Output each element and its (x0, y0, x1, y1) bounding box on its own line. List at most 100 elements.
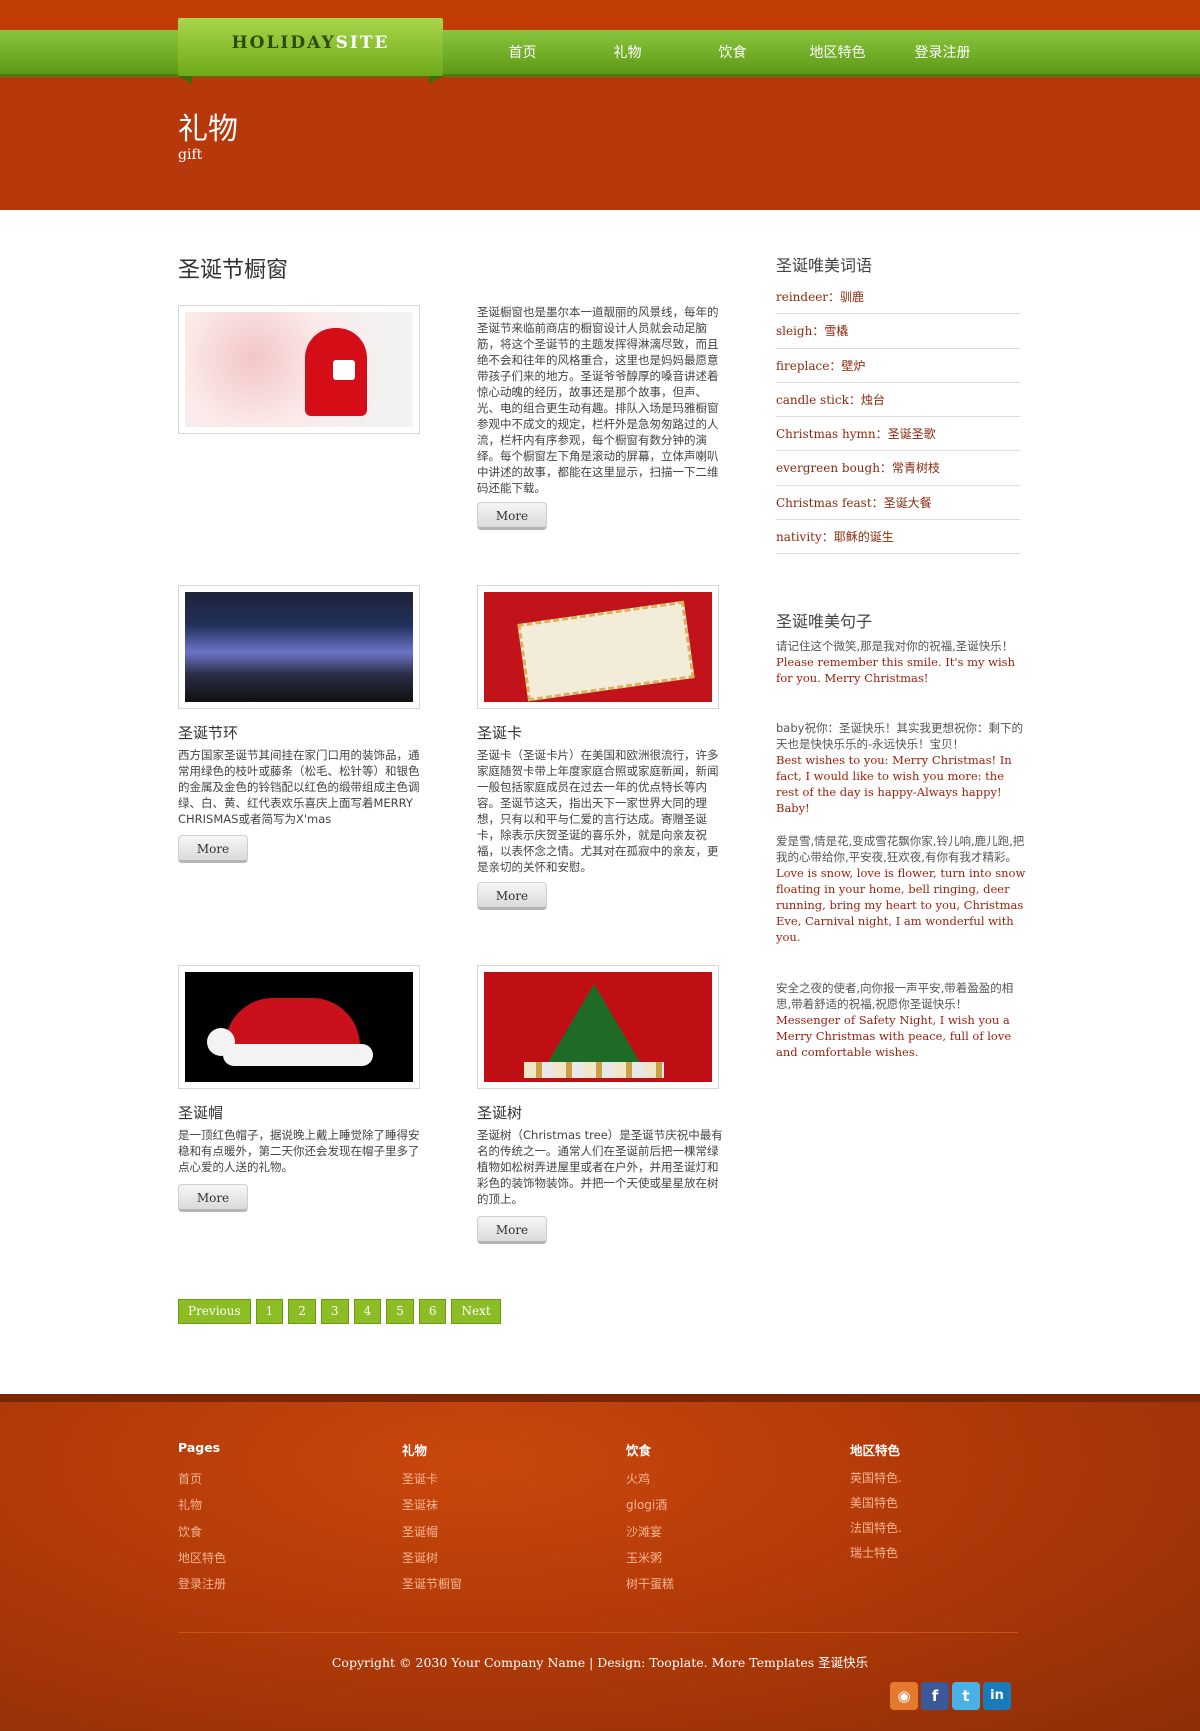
footer-link[interactable]: 圣诞卡 (402, 1466, 602, 1492)
footer-link[interactable]: 圣诞节橱窗 (402, 1571, 602, 1597)
footer-col-regional: 地区特色 英国特色. 美国特色 法国特色. 瑞士特色 (850, 1440, 1050, 1566)
vocab-zh: 雪橇 (824, 324, 849, 339)
site-logo[interactable]: HOLIDAYSITE (178, 18, 443, 84)
footer-col-title: 饮食 (626, 1443, 652, 1458)
hat-more-button[interactable]: More (178, 1184, 248, 1212)
footer-link[interactable]: 沙滩宴 (626, 1519, 826, 1545)
footer-link[interactable]: 登录注册 (178, 1571, 378, 1597)
nav-home[interactable]: 首页 (470, 30, 575, 77)
pager-next[interactable]: Next (451, 1299, 501, 1324)
tree-image[interactable] (477, 965, 719, 1089)
pager-page-4[interactable]: 4 (353, 1299, 382, 1324)
card-image[interactable] (477, 585, 719, 709)
footer-link[interactable]: 圣诞袜 (402, 1492, 602, 1518)
quotes-title: 圣诞唯美句子 (776, 612, 873, 631)
vocab-zh: 常青树枝 (891, 461, 940, 476)
card-more-button[interactable]: More (477, 882, 547, 910)
quote-en: Best wishes to you: Merry Christmas! In … (776, 753, 1012, 815)
santa-hat-image (185, 972, 413, 1082)
pager-page-6[interactable]: 6 (418, 1299, 447, 1324)
footer-divider (178, 1632, 1018, 1633)
pager-previous[interactable]: Previous (178, 1299, 251, 1324)
quote-item: 安全之夜的使者,向你报一声平安,带着盈盈的相思,带着舒适的祝福,祝愿你圣诞快乐！… (776, 980, 1026, 1060)
vocab-item: reindeer：驯鹿 (776, 280, 1021, 315)
featured-more-button[interactable]: More (477, 502, 547, 530)
quote-zh: baby祝你：圣诞快乐！其实我更想祝你：剩下的天也是快快乐乐的-永远快乐！宝贝！ (776, 721, 1023, 751)
vocab-list: reindeer：驯鹿 sleigh：雪橇 fireplace：壁炉 candl… (776, 280, 1021, 555)
vocab-zh: 圣诞圣歌 (887, 427, 936, 442)
christmas-window-image (185, 592, 413, 702)
quote-zh: 请记住这个微笑,那是我对你的祝福,圣诞快乐！ (776, 639, 1014, 653)
footer-col-title: Pages (178, 1440, 221, 1455)
footer-col-gifts: 礼物 圣诞卡 圣诞袜 圣诞帽 圣诞树 圣诞节橱窗 (402, 1440, 602, 1597)
item-title-hat: 圣诞帽 (178, 1104, 224, 1122)
footer-link[interactable]: 饮食 (178, 1519, 378, 1545)
vocab-item: sleigh：雪橇 (776, 314, 1021, 349)
rss-icon[interactable]: ◉ (890, 1682, 918, 1710)
pager-page-3[interactable]: 3 (320, 1299, 349, 1324)
card-shape (517, 600, 695, 702)
featured-text: 圣诞橱窗也是墨尔本一道靓丽的风景线，每年的圣诞节来临前商店的橱窗设计人员就会动足… (477, 305, 719, 495)
hat-pompom (207, 1028, 235, 1056)
footer-top-border (0, 1394, 1200, 1402)
vocab-zh: 烛台 (860, 392, 885, 407)
footer-link[interactable]: 法国特色. (850, 1516, 1050, 1541)
pager-page-1[interactable]: 1 (255, 1299, 284, 1324)
footer-link[interactable]: 圣诞树 (402, 1545, 602, 1571)
vocab-item: evergreen bough：常青树枝 (776, 451, 1021, 486)
wreath-image[interactable] (178, 585, 420, 709)
footer-col-title: 地区特色 (850, 1443, 901, 1458)
vocab-item: Christmas hymn：圣诞圣歌 (776, 417, 1021, 452)
footer-link[interactable]: 美国特色 (850, 1491, 1050, 1516)
quote-zh: 爱是雪,情是花,变成雪花飘你家,铃儿响,鹿儿跑,把我的心带给你,平安夜,狂欢夜,… (776, 834, 1025, 864)
item-text-card: 圣诞卡（圣诞卡片）在美国和欧洲很流行，许多家庭随贺卡带上年度家庭合照或家庭新闻，… (477, 748, 719, 874)
footer-link[interactable]: 树干蛋糕 (626, 1571, 826, 1597)
item-text-tree: 圣诞树（Christmas tree）是圣诞节庆祝中最有名的传统之一。通常人们在… (477, 1128, 723, 1206)
twitter-icon[interactable]: t (952, 1682, 980, 1710)
footer-link[interactable]: 玉米粥 (626, 1545, 826, 1571)
nav-regional[interactable]: 地区特色 (785, 30, 890, 77)
quote-en: Messenger of Safety Night, I wish you a … (776, 1013, 1012, 1059)
featured-image[interactable] (178, 305, 420, 434)
hat-image[interactable] (178, 965, 420, 1089)
facebook-icon[interactable]: f (921, 1682, 949, 1710)
vocab-item: candle stick：烛台 (776, 383, 1021, 418)
footer-link[interactable]: 英国特色. (850, 1466, 1050, 1491)
footer-link[interactable]: 火鸡 (626, 1466, 826, 1492)
nav-gift[interactable]: 礼物 (575, 30, 680, 77)
nav-food[interactable]: 饮食 (680, 30, 785, 77)
footer-link[interactable]: 礼物 (178, 1492, 378, 1518)
footer-link[interactable]: 瑞士特色 (850, 1541, 1050, 1566)
vocab-en: evergreen bough： (776, 461, 892, 476)
wreath-more-button[interactable]: More (178, 835, 248, 863)
gift-bag-image (185, 312, 413, 427)
footer-col-food: 饮食 火鸡 glogi酒 沙滩宴 玉米粥 树干蛋糕 (626, 1440, 826, 1597)
vocab-en: nativity： (776, 530, 834, 545)
footer-col-title: 礼物 (402, 1443, 428, 1458)
quote-en: Please remember this smile. It's my wish… (776, 655, 1015, 685)
footer-link[interactable]: glogi酒 (626, 1492, 826, 1518)
item-text-hat: 是一顶红色帽子，据说晚上戴上睡觉除了睡得安稳和有点暖外，第二天你还会发现在帽子里… (178, 1128, 420, 1174)
pager-page-2[interactable]: 2 (288, 1299, 316, 1324)
item-title-tree: 圣诞树 (477, 1104, 523, 1122)
item-text-wreath: 西方国家圣诞节其间挂在家门口用的装饰品，通常用绿色的枝叶或藤条（松毛、松针等）和… (178, 748, 420, 826)
vocab-item: nativity：耶稣的诞生 (776, 520, 1021, 555)
tree-more-button[interactable]: More (477, 1216, 547, 1244)
pager-page-5[interactable]: 5 (386, 1299, 414, 1324)
gift-bag-label (333, 360, 355, 380)
quote-en: Love is snow, love is flower, turn into … (776, 866, 1026, 944)
logo-text-holiday: HOLIDAY (231, 33, 336, 53)
footer-col-pages: Pages 首页 礼物 饮食 地区特色 登录注册 (178, 1440, 378, 1597)
nav-login[interactable]: 登录注册 (890, 30, 995, 77)
footer-link[interactable]: 圣诞帽 (402, 1519, 602, 1545)
footer-link[interactable]: 首页 (178, 1466, 378, 1492)
footer-link[interactable]: 地区特色 (178, 1545, 378, 1571)
item-title-wreath: 圣诞节环 (178, 724, 239, 742)
vocab-en: fireplace： (776, 358, 842, 373)
linkedin-icon[interactable]: in (983, 1682, 1011, 1710)
item-title-card: 圣诞卡 (477, 724, 523, 742)
vocab-zh: 驯鹿 (840, 290, 865, 304)
logo-text-site: SITE (335, 33, 390, 53)
hat-brim (223, 1044, 373, 1066)
christmas-card-image (484, 592, 712, 702)
